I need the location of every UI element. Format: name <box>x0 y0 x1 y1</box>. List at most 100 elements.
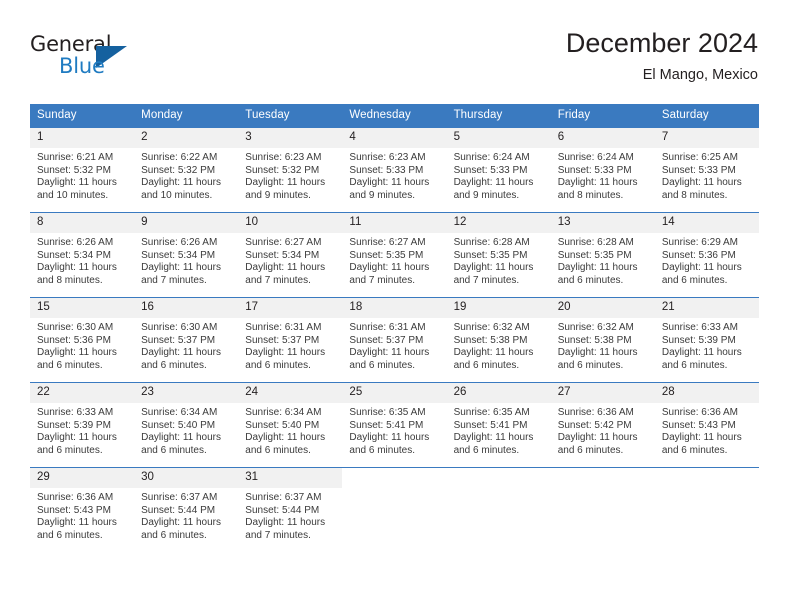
day-details: Sunrise: 6:34 AM Sunset: 5:40 PM Daylight:… <box>134 403 238 457</box>
day-sunset-text: Sunset: 5:32 PM <box>141 164 216 176</box>
calendar-day-cell[interactable]: 4 Sunrise: 6:23 AM Sunset: 5:33 PM Daylight… <box>342 127 447 213</box>
calendar-day-cell[interactable]: 14 Sunrise: 6:29 AM Sunset: 5:36 PM Dayligh… <box>654 212 759 298</box>
calendar-day-cell[interactable]: 11 Sunrise: 6:27 AM Sunset: 5:35 PM Dayligh… <box>342 212 447 298</box>
calendar-day-cell[interactable]: 2 Sunrise: 6:22 AM Sunset: 5:32 PM Daylight… <box>134 127 239 213</box>
day-number: 14 <box>654 213 759 233</box>
calendar-day-cell[interactable]: 6 Sunrise: 6:24 AM Sunset: 5:33 PM Daylight… <box>550 127 655 213</box>
day-sunrise-text: Sunrise: 6:34 AM <box>245 407 322 418</box>
day-sunset-text: Sunset: 5:38 PM <box>453 334 528 346</box>
day-sunset-text: Sunset: 5:40 PM <box>245 419 320 431</box>
day-daylight1-text: Daylight: 11 hours <box>349 347 430 359</box>
calendar-day-cell[interactable]: 22 Sunrise: 6:33 AM Sunset: 5:39 PM Dayligh… <box>30 382 135 468</box>
calendar-day-cell[interactable]: 30 Sunrise: 6:37 AM Sunset: 5:44 PM Dayligh… <box>134 467 239 552</box>
day-cell-inner: 11 Sunrise: 6:27 AM Sunset: 5:35 PM Dayligh… <box>342 213 447 297</box>
day-daylight2-text: and 9 minutes. <box>349 189 416 201</box>
calendar-day-cell[interactable]: 19 Sunrise: 6:32 AM Sunset: 5:38 PM Dayligh… <box>446 297 551 383</box>
day-daylight2-text: and 6 minutes. <box>557 359 624 371</box>
day-cell-inner: 19 Sunrise: 6:32 AM Sunset: 5:38 PM Dayligh… <box>446 298 551 382</box>
day-details: Sunrise: 6:32 AM Sunset: 5:38 PM Daylight:… <box>551 318 655 372</box>
calendar-cell-empty <box>550 467 655 552</box>
day-cell-inner: 7 Sunrise: 6:25 AM Sunset: 5:33 PM Daylight… <box>654 128 759 212</box>
day-daylight2-text: and 9 minutes. <box>453 189 520 201</box>
day-sunset-text: Sunset: 5:37 PM <box>245 334 320 346</box>
calendar-body: 1 Sunrise: 6:21 AM Sunset: 5:32 PM Daylight… <box>30 127 759 552</box>
calendar-table: Sunday Monday Tuesday Wednesday Thursday… <box>30 104 759 552</box>
calendar-day-cell[interactable]: 23 Sunrise: 6:34 AM Sunset: 5:40 PM Dayligh… <box>134 382 239 468</box>
weekday-header-tuesday: Tuesday <box>238 104 343 128</box>
calendar-day-cell[interactable]: 31 Sunrise: 6:37 AM Sunset: 5:44 PM Dayligh… <box>238 467 343 552</box>
day-sunrise-text: Sunrise: 6:28 AM <box>557 237 634 248</box>
calendar-day-cell[interactable]: 1 Sunrise: 6:21 AM Sunset: 5:32 PM Daylight… <box>30 127 135 213</box>
day-sunset-text: Sunset: 5:43 PM <box>661 419 736 431</box>
day-cell-inner: 24 Sunrise: 6:34 AM Sunset: 5:40 PM Dayligh… <box>238 383 343 467</box>
day-details: Sunrise: 6:35 AM Sunset: 5:41 PM Daylight:… <box>447 403 551 457</box>
calendar-day-cell[interactable]: 8 Sunrise: 6:26 AM Sunset: 5:34 PM Daylight… <box>30 212 135 298</box>
calendar-day-cell[interactable]: 12 Sunrise: 6:28 AM Sunset: 5:35 PM Dayligh… <box>446 212 551 298</box>
day-number: 18 <box>342 298 447 318</box>
day-sunrise-text: Sunrise: 6:35 AM <box>349 407 426 418</box>
calendar-day-cell[interactable]: 20 Sunrise: 6:32 AM Sunset: 5:38 PM Dayligh… <box>550 297 655 383</box>
day-cell-inner: 17 Sunrise: 6:31 AM Sunset: 5:37 PM Dayligh… <box>238 298 343 382</box>
calendar-day-cell[interactable]: 3 Sunrise: 6:23 AM Sunset: 5:32 PM Daylight… <box>238 127 343 213</box>
day-sunset-text: Sunset: 5:44 PM <box>245 504 320 516</box>
day-details: Sunrise: 6:30 AM Sunset: 5:36 PM Daylight:… <box>30 318 134 372</box>
calendar-day-cell[interactable]: 13 Sunrise: 6:28 AM Sunset: 5:35 PM Dayligh… <box>550 212 655 298</box>
day-daylight2-text: and 8 minutes. <box>661 189 728 201</box>
calendar-day-cell[interactable]: 17 Sunrise: 6:31 AM Sunset: 5:37 PM Dayligh… <box>238 297 343 383</box>
day-number: 11 <box>342 213 447 233</box>
day-daylight2-text: and 6 minutes. <box>37 359 103 371</box>
day-daylight1-text: Daylight: 11 hours <box>453 347 534 359</box>
day-details: Sunrise: 6:23 AM Sunset: 5:33 PM Daylight:… <box>342 148 446 202</box>
day-daylight1-text: Daylight: 11 hours <box>661 432 742 444</box>
calendar-cell-empty <box>654 467 759 552</box>
day-sunrise-text: Sunrise: 6:31 AM <box>245 322 322 333</box>
day-details: Sunrise: 6:23 AM Sunset: 5:32 PM Daylight:… <box>238 148 342 202</box>
day-number: 15 <box>30 298 135 318</box>
day-daylight1-text: Daylight: 11 hours <box>141 432 221 444</box>
day-cell-inner: 15 Sunrise: 6:30 AM Sunset: 5:36 PM Dayligh… <box>30 298 135 382</box>
day-sunrise-text: Sunrise: 6:22 AM <box>141 152 218 163</box>
calendar-day-cell[interactable]: 18 Sunrise: 6:31 AM Sunset: 5:37 PM Dayligh… <box>342 297 447 383</box>
day-sunrise-text: Sunrise: 6:34 AM <box>141 407 218 418</box>
day-sunset-text: Sunset: 5:36 PM <box>37 334 111 346</box>
calendar-day-cell[interactable]: 5 Sunrise: 6:24 AM Sunset: 5:33 PM Daylight… <box>446 127 551 213</box>
calendar-day-cell[interactable]: 25 Sunrise: 6:35 AM Sunset: 5:41 PM Dayligh… <box>342 382 447 468</box>
day-sunrise-text: Sunrise: 6:36 AM <box>37 492 114 503</box>
day-daylight1-text: Daylight: 11 hours <box>37 262 117 274</box>
day-cell-inner: 12 Sunrise: 6:28 AM Sunset: 5:35 PM Dayligh… <box>446 213 551 297</box>
day-sunset-text: Sunset: 5:40 PM <box>141 419 216 431</box>
day-daylight2-text: and 6 minutes. <box>141 359 207 371</box>
calendar-day-cell[interactable]: 28 Sunrise: 6:36 AM Sunset: 5:43 PM Dayligh… <box>654 382 759 468</box>
calendar-day-cell[interactable]: 15 Sunrise: 6:30 AM Sunset: 5:36 PM Dayligh… <box>30 297 135 383</box>
day-number: 13 <box>550 213 655 233</box>
calendar-day-cell[interactable]: 26 Sunrise: 6:35 AM Sunset: 5:41 PM Dayligh… <box>446 382 551 468</box>
day-daylight2-text: and 7 minutes. <box>245 529 311 541</box>
day-number <box>446 468 551 488</box>
day-cell-inner: 4 Sunrise: 6:23 AM Sunset: 5:33 PM Daylight… <box>342 128 447 212</box>
calendar-day-cell[interactable]: 24 Sunrise: 6:34 AM Sunset: 5:40 PM Dayligh… <box>238 382 343 468</box>
day-details: Sunrise: 6:28 AM Sunset: 5:35 PM Daylight:… <box>447 233 551 287</box>
calendar-day-cell[interactable]: 16 Sunrise: 6:30 AM Sunset: 5:37 PM Dayligh… <box>134 297 239 383</box>
calendar-day-cell[interactable]: 27 Sunrise: 6:36 AM Sunset: 5:42 PM Dayligh… <box>550 382 655 468</box>
calendar-day-cell[interactable]: 7 Sunrise: 6:25 AM Sunset: 5:33 PM Daylight… <box>654 127 759 213</box>
calendar-day-cell[interactable]: 10 Sunrise: 6:27 AM Sunset: 5:34 PM Dayligh… <box>238 212 343 298</box>
general-blue-logo[interactable]: General Blue <box>30 32 140 86</box>
calendar-day-cell[interactable]: 9 Sunrise: 6:26 AM Sunset: 5:34 PM Daylight… <box>134 212 239 298</box>
day-details: Sunrise: 6:31 AM Sunset: 5:37 PM Daylight:… <box>342 318 446 372</box>
day-number: 8 <box>30 213 135 233</box>
day-sunrise-text: Sunrise: 6:26 AM <box>141 237 218 248</box>
day-daylight1-text: Daylight: 11 hours <box>349 262 430 274</box>
day-daylight2-text: and 6 minutes. <box>37 444 103 456</box>
calendar-day-cell[interactable]: 29 Sunrise: 6:36 AM Sunset: 5:43 PM Dayligh… <box>30 467 135 552</box>
day-number: 31 <box>238 468 343 488</box>
day-sunrise-text: Sunrise: 6:26 AM <box>37 237 114 248</box>
day-cell-inner <box>446 468 551 552</box>
day-number: 5 <box>446 128 551 148</box>
day-daylight2-text: and 6 minutes. <box>661 274 728 286</box>
day-details: Sunrise: 6:34 AM Sunset: 5:40 PM Daylight:… <box>238 403 342 457</box>
calendar-day-cell[interactable]: 21 Sunrise: 6:33 AM Sunset: 5:39 PM Dayligh… <box>654 297 759 383</box>
day-sunrise-text: Sunrise: 6:30 AM <box>141 322 218 333</box>
day-cell-inner: 25 Sunrise: 6:35 AM Sunset: 5:41 PM Dayligh… <box>342 383 447 467</box>
day-cell-inner: 30 Sunrise: 6:37 AM Sunset: 5:44 PM Dayligh… <box>134 468 239 552</box>
day-details <box>342 488 446 492</box>
